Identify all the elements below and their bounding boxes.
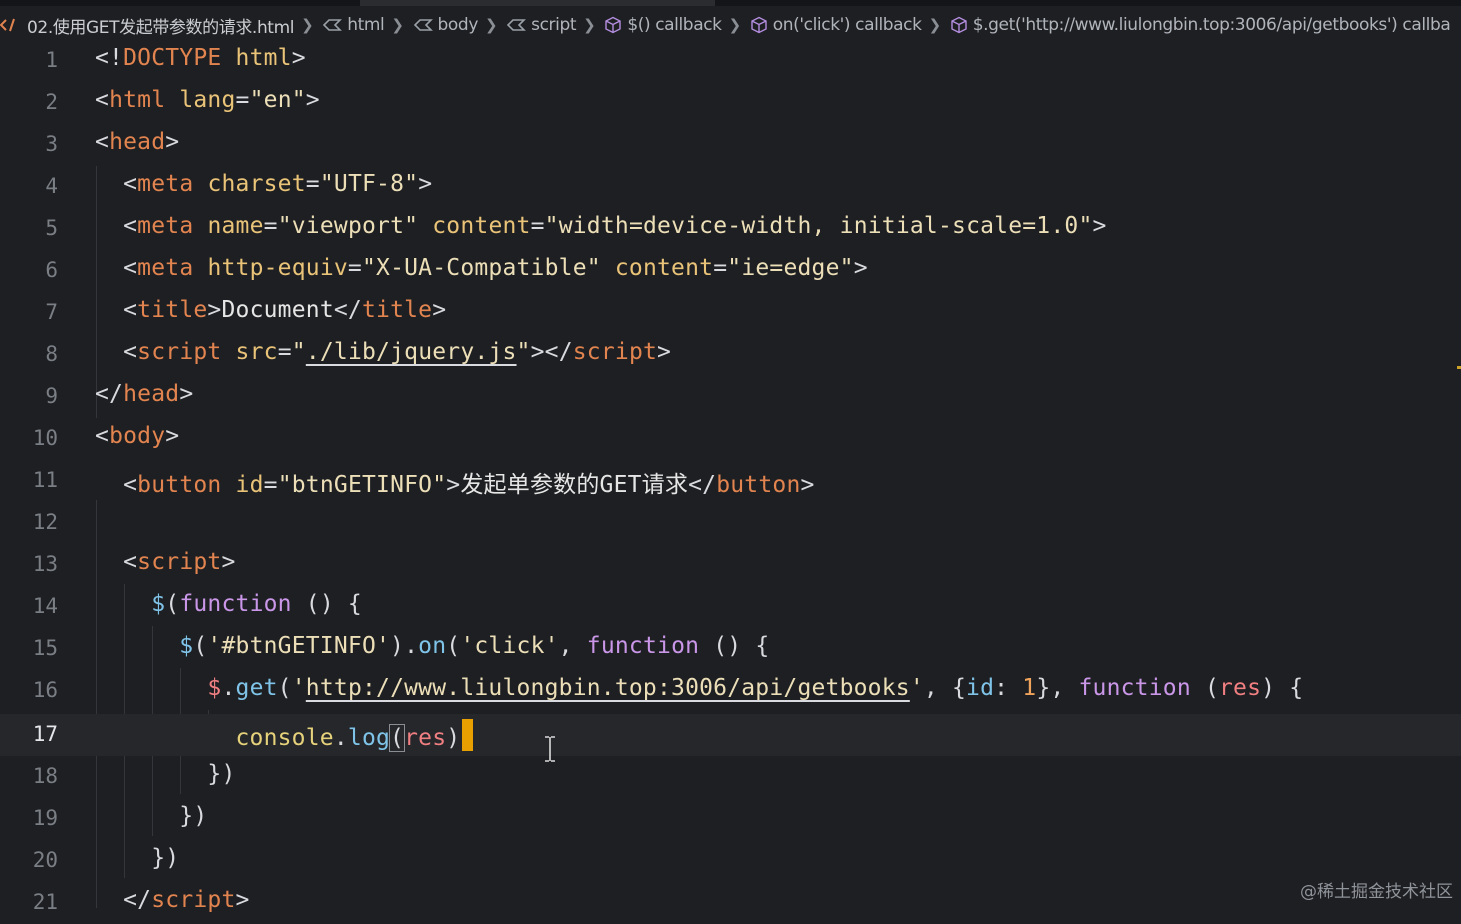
code-text: console.log(res) [95, 719, 474, 752]
breadcrumb-item-body[interactable]: body [413, 15, 478, 35]
line-number: 15 [32, 636, 58, 660]
breadcrumb-item-script[interactable]: script [506, 15, 577, 35]
code-line[interactable]: 5 <meta name="viewport" content="width=d… [0, 208, 1461, 250]
breadcrumb-item-label: body [437, 15, 479, 35]
line-number: 13 [32, 552, 58, 576]
scrollbar-marker[interactable] [1457, 366, 1461, 369]
code-text: <title>Document</title> [123, 297, 447, 323]
chevron-right-icon: ❯ [583, 16, 596, 34]
chevron-right-icon: ❯ [728, 16, 742, 34]
code-line[interactable]: 12 [0, 502, 1461, 544]
line-number: 20 [32, 848, 58, 872]
code-text: }) [179, 803, 208, 829]
element-icon [322, 17, 343, 33]
breadcrumb: 02.使用GET发起带参数的请求.html ❯ html ❯ body ❯ sc… [0, 8, 1461, 42]
code-line[interactable]: 13 <script> [0, 544, 1461, 586]
code-text: $.get('http://www.liulongbin.top:3006/ap… [207, 675, 1304, 701]
code-line[interactable]: 14 $(function () { [0, 586, 1461, 628]
code-line[interactable]: 7 <title>Document</title> [0, 292, 1461, 334]
link-api-url[interactable]: http://www.liulongbin.top:3006/api/getbo… [306, 675, 910, 701]
code-line[interactable]: 10 <body> [0, 418, 1461, 460]
chevron-right-icon: ❯ [301, 16, 314, 34]
code-line[interactable]: 2 <html lang="en"> [0, 82, 1461, 124]
breadcrumb-file-label: 02.使用GET发起带参数的请求.html [27, 17, 295, 38]
code-line[interactable]: 9 </head> [0, 376, 1461, 418]
breadcrumb-item-get-callback[interactable]: $.get('http://www.liulongbin.top:3006/ap… [950, 15, 1451, 35]
line-number: 1 [45, 48, 58, 72]
breadcrumb-file[interactable]: 02.使用GET发起带参数的请求.html [0, 13, 294, 38]
code-line[interactable]: 8 <script src="./lib/jquery.js"></script… [0, 334, 1461, 376]
line-number: 14 [32, 594, 58, 618]
code-line[interactable]: 1 <!DOCTYPE html> [0, 40, 1461, 82]
breadcrumb-item-label: on('click') callback [772, 15, 922, 35]
code-text: <button id="btnGETINFO">发起单参数的GET请求</but… [123, 472, 815, 498]
code-text: $(function () { [151, 591, 362, 617]
line-number: 19 [32, 806, 58, 830]
text-cursor [462, 719, 474, 751]
code-text: }) [207, 761, 236, 787]
code-text: <head> [95, 129, 180, 155]
mouse-ibeam-cursor-icon [545, 736, 555, 762]
line-number: 10 [32, 426, 58, 450]
breadcrumb-item-callback[interactable]: $() callback [604, 15, 722, 35]
link-jquery-path[interactable]: ./lib/jquery.js [306, 339, 517, 365]
line-number: 5 [45, 216, 58, 240]
line-number: 3 [45, 132, 58, 156]
line-number: 17 [32, 722, 58, 746]
code-text: <meta name="viewport" content="width=dev… [123, 213, 1107, 239]
cube-icon [604, 16, 622, 34]
html-file-icon [0, 17, 22, 33]
code-text: <body> [95, 423, 180, 449]
line-number: 2 [45, 90, 58, 114]
line-number: 8 [45, 342, 58, 366]
active-tab-indicator[interactable] [360, 0, 715, 6]
code-line-current[interactable]: 17 console.log(res) [0, 714, 1461, 756]
line-number: 16 [32, 678, 58, 702]
code-line[interactable]: 15 $('#btnGETINFO').on('click', function… [0, 628, 1461, 670]
code-text: <meta http-equiv="X-UA-Compatible" conte… [123, 255, 868, 281]
code-text: <script> [123, 549, 236, 575]
tab-strip [0, 0, 1461, 6]
chevron-right-icon: ❯ [391, 16, 404, 34]
chevron-right-icon: ❯ [484, 16, 498, 34]
line-number: 12 [32, 510, 58, 534]
code-editor[interactable]: 1 <!DOCTYPE html> 2 <html lang="en"> 3 <… [0, 40, 1461, 914]
line-number: 7 [45, 300, 58, 324]
code-text: </head> [95, 381, 194, 407]
code-text: <html lang="en"> [95, 87, 320, 113]
chevron-right-icon: ❯ [928, 16, 942, 34]
code-line[interactable]: 4 <meta charset="UTF-8"> [0, 166, 1461, 208]
code-text: </script> [123, 887, 250, 913]
code-text: $('#btnGETINFO').on('click', function ()… [179, 633, 770, 659]
breadcrumb-item-on-click[interactable]: on('click') callback [750, 15, 922, 35]
line-number: 18 [32, 764, 58, 788]
line-number: 21 [32, 890, 58, 914]
line-number: 11 [32, 468, 58, 492]
code-line[interactable]: 19 }) [0, 798, 1461, 840]
breadcrumb-item-label: $.get('http://www.liulongbin.top:3006/ap… [972, 15, 1451, 35]
cube-icon [950, 16, 968, 34]
code-line[interactable]: 11 <button id="btnGETINFO">发起单参数的GET请求</… [0, 460, 1461, 502]
cube-icon [750, 16, 768, 34]
code-line[interactable]: 3 <head> [0, 124, 1461, 166]
line-number: 4 [45, 174, 58, 198]
code-text: <script src="./lib/jquery.js"></script> [123, 339, 672, 365]
code-line[interactable]: 20 }) [0, 840, 1461, 882]
code-text: <meta charset="UTF-8"> [123, 171, 433, 197]
watermark: @稀土掘金技术社区 [1300, 882, 1453, 902]
code-text: }) [151, 845, 180, 871]
breadcrumb-item-html[interactable]: html [322, 15, 385, 35]
line-number: 6 [45, 258, 58, 282]
element-icon [506, 17, 527, 33]
code-line[interactable]: 18 }) [0, 756, 1461, 798]
element-icon [413, 17, 433, 33]
code-line[interactable]: 6 <meta http-equiv="X-UA-Compatible" con… [0, 250, 1461, 292]
code-line[interactable]: 16 $.get('http://www.liulongbin.top:3006… [0, 670, 1461, 712]
line-number: 9 [45, 384, 58, 408]
breadcrumb-item-label: html [347, 15, 385, 35]
breadcrumb-item-label: script [531, 15, 577, 35]
breadcrumb-item-label: $() callback [627, 15, 722, 35]
code-line[interactable]: 21 </script> [0, 882, 1461, 924]
code-text: <!DOCTYPE html> [95, 45, 306, 71]
